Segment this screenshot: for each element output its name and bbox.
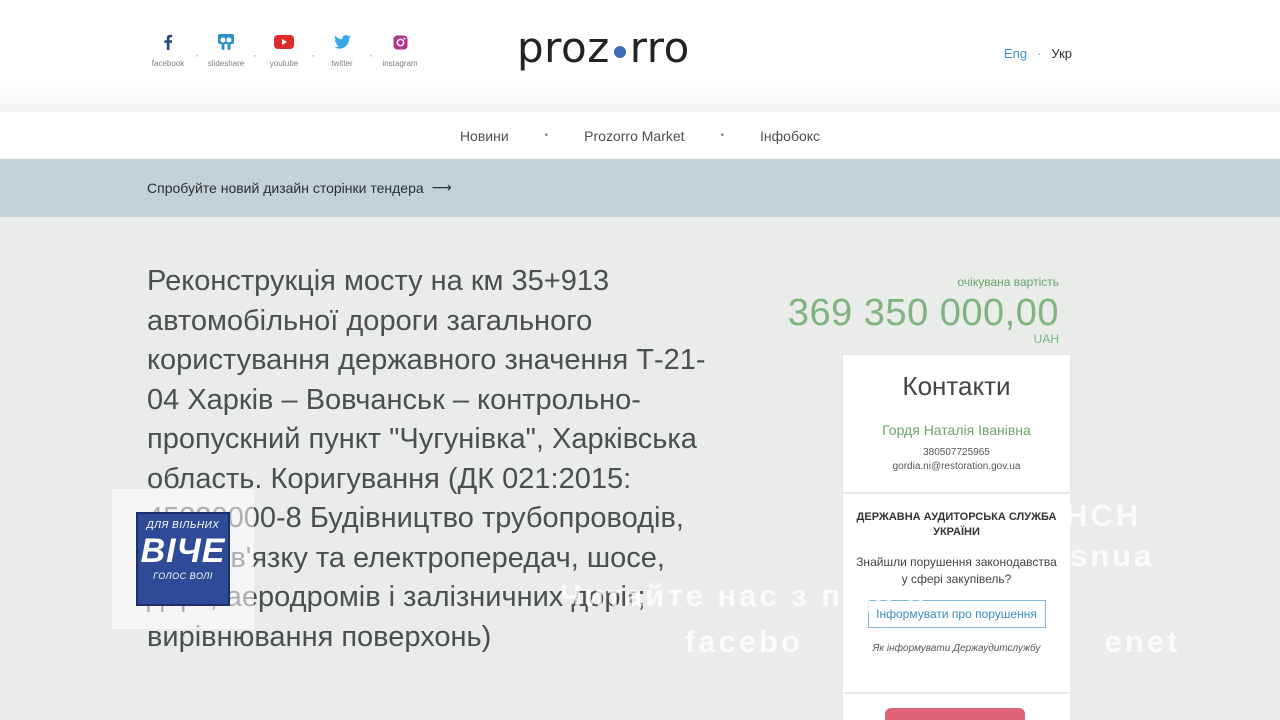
logo-text-right: rro	[629, 23, 690, 72]
new-design-banner: Спробуйте новий дизайн сторінки тендера …	[0, 159, 1280, 217]
main-nav: Новини • Prozorro Market • Інфобокс	[0, 112, 1280, 159]
new-design-link[interactable]: Спробуйте новий дизайн сторінки тендера …	[147, 179, 452, 196]
twitter-icon	[333, 32, 351, 52]
language-switcher: Eng · Укр	[1004, 46, 1072, 61]
watermark-line-3: Читайте нас з перел	[560, 578, 929, 613]
social-label: slideshare	[207, 59, 245, 68]
nav-item-news[interactable]: Новини	[424, 128, 545, 144]
instagram-icon	[392, 32, 408, 52]
contact-email[interactable]: gordia.ni@restoration.gov.ua	[843, 461, 1070, 472]
separator-dot: ·	[369, 48, 373, 62]
facebook-icon	[162, 32, 174, 52]
separator-dot: ·	[1037, 46, 1042, 61]
expected-value-label: очікувана вартість	[957, 275, 1060, 289]
separator-dot: ·	[253, 48, 257, 62]
social-facebook[interactable]: facebook	[147, 32, 189, 68]
separator-dot: ·	[195, 48, 199, 62]
logo-dot-icon	[613, 46, 626, 58]
audit-heading: ДЕРЖАВНА АУДИТОРСЬКА СЛУЖБА УКРАЇНИ	[856, 511, 1057, 538]
social-label: youtube	[269, 59, 299, 68]
separator-dot: ·	[311, 48, 315, 62]
lang-ukr-link[interactable]: Укр	[1051, 46, 1072, 61]
lang-eng-link[interactable]: Eng	[1004, 46, 1027, 61]
social-label: twitter	[331, 59, 353, 68]
nav-item-market[interactable]: Prozorro Market	[548, 128, 720, 144]
social-label: facebook	[151, 59, 185, 68]
social-links: facebook · slideshare · youtube · twitte…	[147, 32, 421, 68]
social-twitter[interactable]: twitter	[321, 32, 363, 68]
partner-logo-icon	[885, 708, 1025, 720]
logo-middle-text: ВІЧЕ	[140, 532, 226, 570]
arrow-right-icon: ⟶	[431, 179, 452, 195]
slideshare-icon	[217, 32, 235, 52]
nav-item-infobox[interactable]: Інфобокс	[724, 128, 856, 144]
viche-logo-icon: ДЛЯ ВІЛЬНИХ ВІЧЕ ГОЛОС ВОЛІ	[136, 512, 230, 606]
watermark-line-2: snua	[1070, 538, 1155, 573]
social-label: instagram	[382, 59, 418, 68]
social-youtube[interactable]: youtube	[263, 32, 305, 68]
social-instagram[interactable]: instagram	[379, 32, 421, 68]
contacts-card: Контакти Гордя Наталія Іванівна 38050772…	[843, 355, 1070, 492]
logo-bottom-text: ГОЛОС ВОЛІ	[153, 571, 213, 581]
prozorro-logo[interactable]: proz rro	[517, 22, 690, 74]
currency: UAH	[1033, 332, 1059, 346]
social-slideshare[interactable]: slideshare	[205, 32, 247, 68]
site-header: facebook · slideshare · youtube · twitte…	[0, 0, 1280, 112]
youtube-icon	[274, 32, 294, 52]
contact-name: Гордя Наталія Іванівна	[882, 422, 1031, 438]
contacts-heading: Контакти	[902, 371, 1011, 401]
logo-top-text: ДЛЯ ВІЛЬНИХ	[146, 520, 220, 531]
channel-logo: ДЛЯ ВІЛЬНИХ ВІЧЕ ГОЛОС ВОЛІ	[112, 489, 254, 629]
watermark-line-1: НСН	[1065, 498, 1142, 533]
banner-text: Спробуйте новий дизайн сторінки тендера	[147, 179, 424, 196]
expected-value: 369 350 000,00	[787, 292, 1059, 334]
watermark-line-4: facebo enet	[685, 624, 1181, 659]
bottom-card	[843, 694, 1070, 720]
contact-phone[interactable]: 380507725965	[843, 447, 1070, 458]
logo-text-left: proz	[517, 23, 610, 72]
